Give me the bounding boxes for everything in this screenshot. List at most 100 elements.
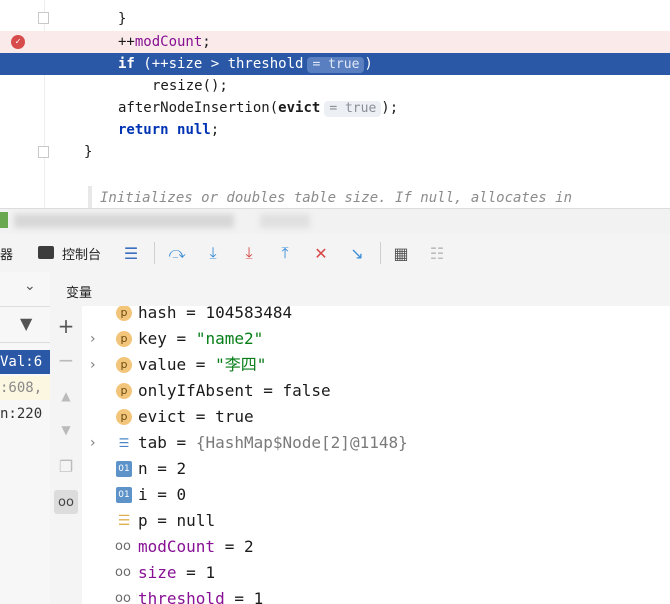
variable-value: "name2" <box>195 329 264 348</box>
variable-row[interactable]: 01 n = 2 <box>82 456 670 482</box>
variable-row[interactable]: 01 i = 0 <box>82 482 670 508</box>
variable-row[interactable]: p evict = true <box>82 404 670 430</box>
drop-frame-icon[interactable]: ✕ <box>310 242 332 264</box>
code-line-breakpoint: ✓ ++modCount; <box>0 31 670 53</box>
parameter-icon: p <box>116 409 132 425</box>
primitive-icon: 01 <box>116 461 132 477</box>
code-line: } <box>0 8 670 30</box>
debug-session-icon <box>0 212 8 228</box>
glasses-icon[interactable]: oo <box>54 490 78 514</box>
tab-frames[interactable]: 器 <box>0 244 13 263</box>
variables-list: p hash = 104583484 › p key = "name2" › p… <box>82 306 670 604</box>
step-out-icon[interactable]: ⤒ <box>274 242 296 264</box>
variable-op: = <box>166 329 196 348</box>
toolbar-separator <box>380 242 381 264</box>
variable-name: i <box>138 485 148 504</box>
blurred-session-name <box>14 214 234 228</box>
expand-arrow-icon[interactable]: › <box>90 326 96 352</box>
inline-value-hint: = true <box>324 101 382 117</box>
copy-icon[interactable]: ❐ <box>54 454 78 478</box>
filter-bar: ▼ <box>0 306 50 343</box>
variable-row[interactable]: p onlyIfAbsent = false <box>82 378 670 404</box>
variable-op: = <box>147 459 177 478</box>
variable-name: tab <box>138 433 167 452</box>
expand-arrow-icon[interactable]: › <box>90 430 96 456</box>
variable-value: 104583484 <box>205 306 293 322</box>
variable-value: {HashMap$Node[2]@1148} <box>195 433 408 452</box>
variable-name: evict <box>138 407 187 426</box>
console-icon <box>38 246 54 259</box>
reference-icon: ☰ <box>117 513 131 529</box>
parameter-icon: p <box>116 331 132 347</box>
variable-row[interactable]: › p value = "李四" <box>82 352 670 378</box>
debug-toolbar: 器 控制台 ☰ ⤼ ⤓ ⤓ ⤒ ✕ ↘ ▦ ☷ <box>0 234 670 273</box>
code-text: modCount <box>134 34 203 50</box>
trace-icon[interactable]: ☷ <box>426 242 448 264</box>
remove-watch-icon[interactable]: − <box>54 348 78 372</box>
chevron-down-icon[interactable]: ⌄ <box>24 278 36 294</box>
watch-glasses-icon: oo <box>115 539 131 554</box>
variable-row[interactable]: oo size = 1 <box>82 560 670 586</box>
code-line: } <box>0 141 670 163</box>
variable-op: = <box>224 589 254 604</box>
frame-item-selected[interactable]: Val:6 <box>0 350 50 374</box>
variable-value: 1 <box>205 563 216 582</box>
code-line-current: if (++size > threshold = true) <box>0 53 670 75</box>
variable-row[interactable]: oo modCount = 2 <box>82 534 670 560</box>
tab-console[interactable]: 控制台 <box>62 244 101 263</box>
variable-name: threshold <box>138 589 225 604</box>
frames-header: ⌄ <box>0 272 50 307</box>
variable-value: false <box>282 381 331 400</box>
variable-row[interactable]: ☰ p = null <box>82 508 670 534</box>
code-text: } <box>84 144 93 160</box>
variable-name: onlyIfAbsent <box>138 381 254 400</box>
variable-name: key <box>138 329 167 348</box>
variables-header: 变量 <box>50 272 670 307</box>
run-to-cursor-icon[interactable]: ↘ <box>346 242 368 264</box>
variable-value: true <box>215 407 254 426</box>
watch-glasses-icon: oo <box>115 591 131 604</box>
variable-value: 2 <box>176 459 187 478</box>
variable-op: = <box>186 355 216 374</box>
variable-name: n <box>138 459 148 478</box>
variable-name: modCount <box>138 537 216 556</box>
variable-value: "李四" <box>215 355 267 374</box>
variable-value: 2 <box>243 537 254 556</box>
step-over-icon[interactable]: ⤼ <box>166 242 188 264</box>
force-step-into-icon[interactable]: ⤓ <box>238 242 260 264</box>
primitive-icon: 01 <box>116 487 132 503</box>
variable-op: = <box>215 537 244 556</box>
variable-row[interactable]: › ☰ tab = {HashMap$Node[2]@1148} <box>82 430 670 456</box>
variable-row[interactable]: oo threshold = 1 <box>82 586 670 604</box>
blurred-session-extra <box>260 214 310 228</box>
hamburger-icon[interactable]: ☰ <box>120 242 142 264</box>
code-text: } <box>118 11 127 27</box>
move-down-icon[interactable]: ▼ <box>54 418 78 442</box>
variable-op: = <box>166 433 196 452</box>
move-up-icon[interactable]: ▲ <box>54 384 78 408</box>
variable-name: p <box>138 511 148 530</box>
variable-row[interactable]: p hash = 104583484 <box>82 306 670 326</box>
step-into-icon[interactable]: ⤓ <box>202 242 224 264</box>
variable-op: = <box>147 511 177 530</box>
variables-sidebar: + − ▲ ▼ ❐ oo <box>50 306 83 604</box>
code-editor[interactable]: } ✓ ++modCount; if (++size > threshold = … <box>0 0 670 208</box>
parameter-icon: p <box>116 306 132 321</box>
code-text: resize(); <box>152 78 228 94</box>
evaluate-table-icon[interactable]: ▦ <box>390 242 412 264</box>
frame-item[interactable]: n:220 <box>0 402 50 426</box>
doc-comment: Initializes or doubles table size. If nu… <box>100 190 573 206</box>
expand-arrow-icon[interactable]: › <box>90 352 96 378</box>
breakpoint-icon[interactable]: ✓ <box>11 35 25 49</box>
variable-value: 0 <box>176 485 187 504</box>
doc-bar <box>88 186 92 208</box>
add-watch-icon[interactable]: + <box>54 314 78 338</box>
code-line: afterNodeInsertion(evict = true); <box>118 100 399 117</box>
variable-op: = <box>253 381 283 400</box>
filter-icon[interactable]: ▼ <box>20 314 32 333</box>
frame-item[interactable]: :608, <box>0 376 50 400</box>
toolbar-separator <box>154 242 155 264</box>
parameter-icon: p <box>116 383 132 399</box>
code-line: resize(); <box>0 75 670 97</box>
variable-row[interactable]: › p key = "name2" <box>82 326 670 352</box>
